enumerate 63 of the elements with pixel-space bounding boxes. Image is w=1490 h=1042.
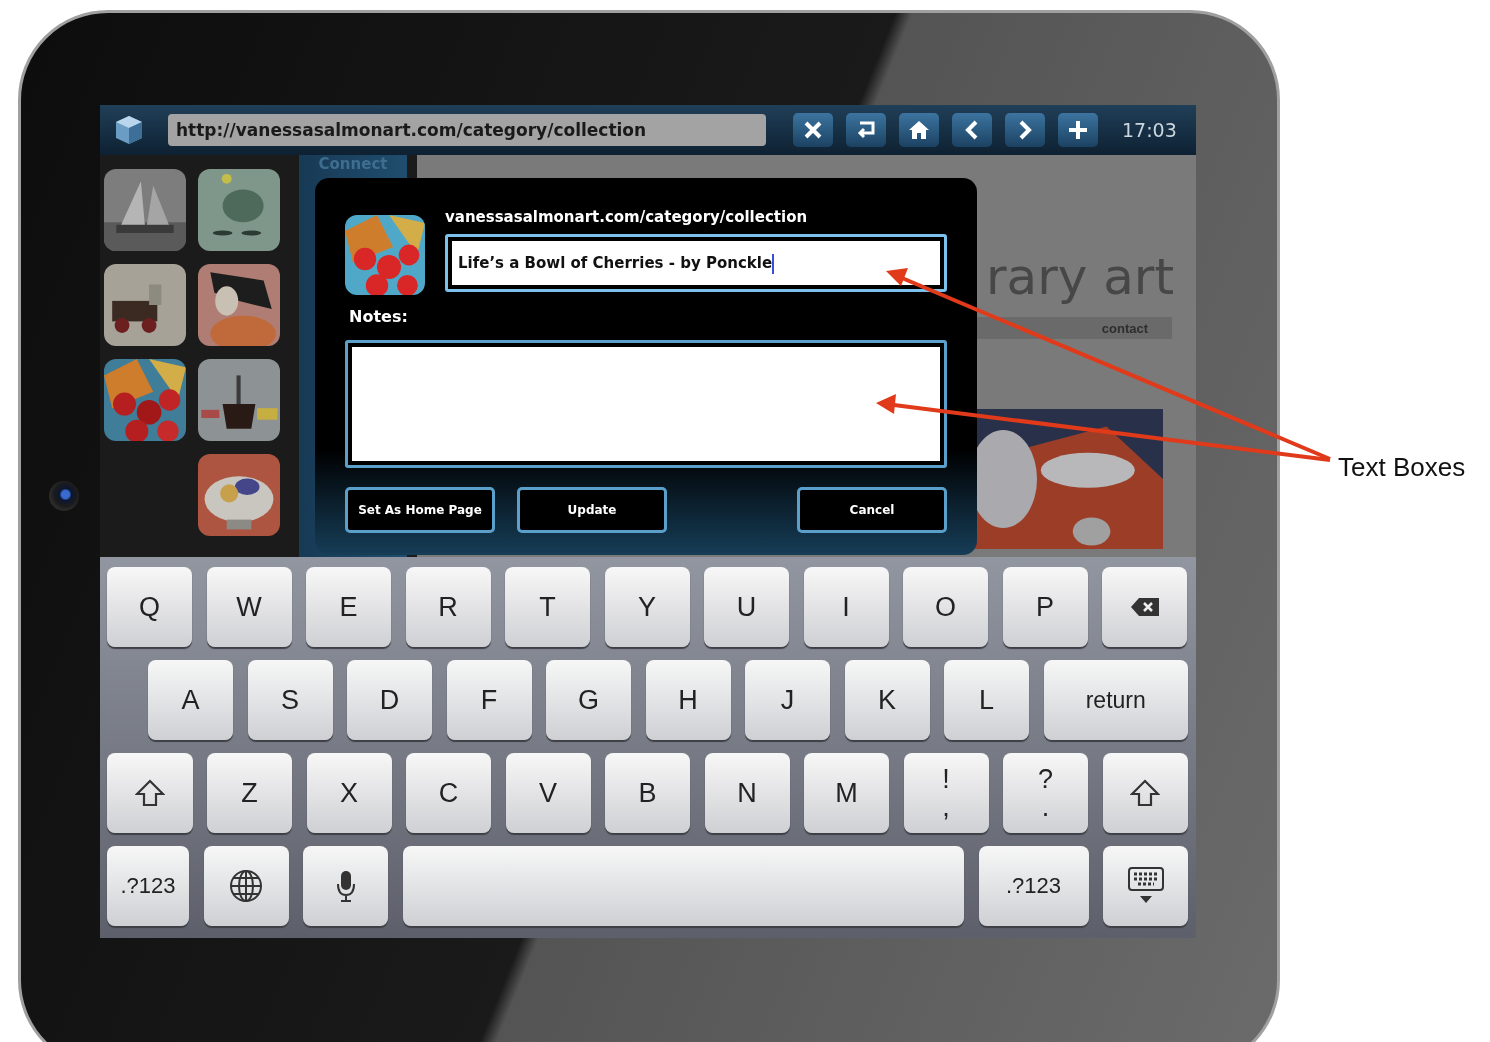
shift-key[interactable] xyxy=(107,753,193,833)
keyboard-key[interactable]: N xyxy=(704,753,790,833)
keyboard-key[interactable]: J xyxy=(745,660,830,740)
add-button[interactable] xyxy=(1058,113,1098,147)
hide-keyboard-key[interactable] xyxy=(1103,846,1188,926)
keyboard-key[interactable]: F xyxy=(446,660,532,740)
keyboard-key[interactable]: V xyxy=(505,753,591,833)
keyboard-key[interactable]: ? . xyxy=(1003,753,1088,833)
keyboard-key[interactable]: Z xyxy=(207,753,292,833)
dialog-button[interactable]: Update xyxy=(517,487,667,533)
keyboard-key[interactable]: K xyxy=(844,660,930,740)
backspace-key[interactable] xyxy=(1102,567,1187,647)
clock-time: 17:03 xyxy=(1122,119,1177,141)
callout-label: Text Boxes xyxy=(1338,452,1466,483)
shift-key[interactable] xyxy=(1102,753,1188,833)
keyboard-key[interactable]: G xyxy=(546,660,631,740)
globe-key[interactable] xyxy=(203,846,289,926)
keyboard-key[interactable]: R xyxy=(405,567,491,647)
address-field[interactable]: http://vanessasalmonart.com/category/collection xyxy=(168,114,766,146)
keyboard-key[interactable]: T xyxy=(505,567,590,647)
keyboard-key[interactable]: W xyxy=(206,567,292,647)
keyboard-key[interactable]: B xyxy=(605,753,690,833)
backspace-icon xyxy=(1129,597,1160,617)
enter-button[interactable] xyxy=(846,113,886,147)
globe-icon xyxy=(229,869,263,903)
keyboard-key[interactable]: M xyxy=(804,753,889,833)
keyboard-key[interactable]: ! , xyxy=(903,753,989,833)
shift-arrow-icon xyxy=(1130,779,1161,807)
back-button[interactable] xyxy=(952,113,992,147)
keyboard-icon xyxy=(1127,867,1164,905)
close-button[interactable] xyxy=(793,113,833,147)
numbers-key[interactable]: .?123 xyxy=(978,846,1089,926)
forward-button[interactable] xyxy=(1005,113,1045,147)
microphone-icon xyxy=(335,870,356,902)
keyboard-key[interactable]: H xyxy=(645,660,731,740)
keyboard-key[interactable]: D xyxy=(347,660,432,740)
camera-lens xyxy=(49,481,79,511)
text-cursor xyxy=(772,253,775,274)
home-icon xyxy=(907,118,931,142)
keyboard-key[interactable]: C xyxy=(406,753,491,833)
plus-icon xyxy=(1066,118,1090,142)
return-key[interactable]: return xyxy=(1043,660,1188,740)
page-url: vanessasalmonart.com/category/collection xyxy=(445,208,809,226)
notes-label: Notes: xyxy=(349,307,409,326)
keyboard-key[interactable]: L xyxy=(944,660,1029,740)
keyboard-key[interactable]: U xyxy=(704,567,789,647)
keyboard-key[interactable]: Q xyxy=(107,567,192,647)
shift-arrow-icon xyxy=(134,779,165,807)
home-button[interactable] xyxy=(899,113,939,147)
keyboard-key[interactable]: S xyxy=(247,660,333,740)
keyboard-key[interactable]: X xyxy=(306,753,392,833)
keyboard-key[interactable]: Y xyxy=(604,567,690,647)
numbers-key[interactable]: .?123 xyxy=(107,846,189,926)
dialog-button[interactable]: Cancel xyxy=(797,487,947,533)
keyboard-key[interactable]: I xyxy=(803,567,889,647)
keyboard-key[interactable]: E xyxy=(306,567,391,647)
notes-field[interactable] xyxy=(345,340,947,468)
dialog-button[interactable]: Set As Home Page xyxy=(345,487,495,533)
keyboard-key[interactable]: P xyxy=(1002,567,1088,647)
microphone-key[interactable] xyxy=(303,846,388,926)
keyboard-key[interactable]: O xyxy=(903,567,988,647)
title-field[interactable]: Life’s a Bowl of Cherries - by Ponckle xyxy=(445,234,947,292)
keyboard-key[interactable]: A xyxy=(148,660,233,740)
